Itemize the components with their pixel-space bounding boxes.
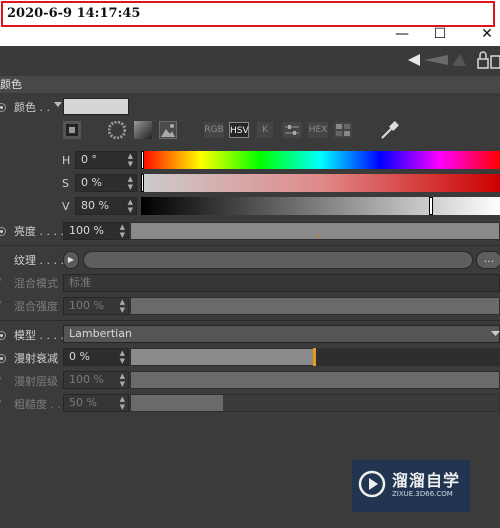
mix-strength-label: 混合强度: [14, 300, 58, 313]
color-label: 颜色 . .: [14, 101, 50, 114]
brightness-slider[interactable]: [130, 222, 500, 240]
hue-slider[interactable]: [141, 151, 500, 169]
divider: [0, 320, 500, 321]
value-value: 80 %: [81, 199, 109, 212]
hue-label: H: [62, 154, 71, 167]
value-label: V: [62, 200, 70, 213]
texture-expand-button[interactable]: ▶: [63, 251, 79, 269]
eyedropper-icon[interactable]: [379, 119, 401, 141]
mixer-sliders-icon[interactable]: [282, 122, 302, 138]
diffuse-level-slider[interactable]: [130, 371, 500, 389]
navigation-arrows-icon[interactable]: [408, 52, 468, 68]
spinner-icon[interactable]: ▲ ▼: [128, 198, 133, 214]
timestamp: 2020-6-9 14:17:45: [1, 1, 495, 27]
saturation-label: S: [62, 177, 69, 190]
mix-strength-slider[interactable]: [130, 297, 500, 315]
lock-icon[interactable]: [476, 51, 500, 69]
roughness-label: 粗糙度 . . .: [14, 398, 68, 411]
mix-strength-anim-marker: [0, 301, 8, 309]
mix-strength-slider-fill: [131, 298, 499, 314]
mix-mode-label: 混合模式: [14, 277, 58, 290]
watermark: 溜溜自学 ZIXUE.3D66.COM: [352, 460, 470, 512]
dropdown-arrow-icon[interactable]: [54, 102, 62, 108]
diffuse-level-anim-marker: [0, 377, 8, 385]
mix-mode-anim-marker: [0, 278, 8, 286]
spectrum-icon[interactable]: [134, 121, 152, 139]
mode-kelvin-button[interactable]: K: [257, 122, 273, 138]
diffuse-falloff-slider-fill: [131, 349, 315, 365]
brightness-tick: [318, 234, 319, 238]
watermark-url: ZIXUE.3D66.COM: [392, 490, 453, 498]
mode-hsv-button[interactable]: HSV: [229, 122, 249, 138]
roughness-slider[interactable]: [130, 394, 500, 412]
maximize-button[interactable]: ☐: [431, 26, 449, 42]
watermark-title: 溜溜自学: [392, 471, 461, 490]
roughness-field[interactable]: 50 % ▲ ▼: [63, 394, 129, 412]
play-logo-icon: [358, 470, 386, 498]
mix-mode-select[interactable]: 标准: [63, 274, 500, 292]
brightness-value: 100 %: [69, 224, 104, 237]
diffuse-falloff-value: 0 %: [69, 350, 90, 363]
mix-mode-value: 标准: [69, 276, 91, 289]
roughness-value: 50 %: [69, 396, 97, 409]
spinner-icon[interactable]: ▲ ▼: [120, 395, 125, 411]
color-anim-radio[interactable]: [0, 103, 6, 112]
spinner-icon[interactable]: ▲ ▼: [120, 349, 125, 365]
saturation-slider-handle[interactable]: [141, 174, 144, 192]
color-swatch[interactable]: [63, 98, 129, 115]
spinner-icon[interactable]: ▲ ▼: [128, 152, 133, 168]
diffuse-falloff-anim-radio[interactable]: [0, 354, 6, 363]
spinner-icon[interactable]: ▲ ▼: [120, 372, 125, 388]
diffuse-falloff-slider-handle[interactable]: [313, 348, 316, 366]
brightness-field[interactable]: 100 % ▲ ▼: [63, 222, 129, 240]
mix-strength-value: 100 %: [69, 299, 104, 312]
mode-hex-button[interactable]: HEX: [308, 122, 328, 138]
spinner-icon[interactable]: ▲ ▼: [120, 298, 125, 314]
diffuse-falloff-field[interactable]: 0 % ▲ ▼: [63, 348, 129, 366]
section-title: 颜色: [0, 78, 22, 91]
color-wheel-icon[interactable]: [108, 121, 126, 139]
value-slider[interactable]: [141, 197, 500, 215]
saturation-slider[interactable]: [141, 174, 500, 192]
brightness-slider-fill: [131, 223, 499, 239]
model-select[interactable]: Lambertian: [63, 325, 500, 343]
brightness-label: 亮度 . . . .: [14, 225, 64, 238]
value-field[interactable]: 80 % ▲ ▼: [75, 197, 137, 215]
saturation-field[interactable]: 0 % ▲ ▼: [75, 174, 137, 192]
diffuse-level-field[interactable]: 100 % ▲ ▼: [63, 371, 129, 389]
model-anim-radio[interactable]: [0, 331, 6, 340]
close-button[interactable]: ✕: [478, 26, 496, 42]
saturation-value: 0 %: [81, 176, 102, 189]
spinner-icon[interactable]: ▲ ▼: [128, 175, 133, 191]
diffuse-level-slider-fill: [131, 372, 499, 388]
texture-more-button[interactable]: ...: [476, 251, 500, 269]
hue-value: 0 °: [81, 153, 97, 166]
model-label: 模型 . . . .: [14, 329, 64, 342]
brightness-anim-radio[interactable]: [0, 227, 6, 236]
mode-rgb-button[interactable]: RGB: [204, 122, 224, 138]
roughness-anim-marker: [0, 400, 8, 408]
spinner-icon[interactable]: ▲ ▼: [120, 223, 125, 239]
minimize-button[interactable]: —: [393, 26, 411, 42]
diffuse-level-value: 100 %: [69, 373, 104, 386]
section-header: 颜色: [0, 76, 500, 93]
model-value: Lambertian: [69, 327, 132, 340]
mix-strength-field[interactable]: 100 % ▲ ▼: [63, 297, 129, 315]
divider: [0, 245, 500, 246]
hue-field[interactable]: 0 ° ▲ ▼: [75, 151, 137, 169]
texture-field[interactable]: [83, 251, 473, 269]
image-picker-icon[interactable]: [159, 121, 177, 139]
diffuse-level-label: 漫射层级: [14, 375, 58, 388]
diffuse-falloff-label: 漫射衰减: [14, 352, 58, 365]
color-wheel-square-icon[interactable]: [63, 121, 81, 139]
dropdown-arrow-icon[interactable]: [491, 331, 500, 337]
hue-slider-handle[interactable]: [141, 151, 144, 169]
roughness-slider-fill: [131, 395, 223, 411]
swatches-icon[interactable]: [334, 122, 352, 138]
value-slider-handle[interactable]: [429, 197, 433, 215]
